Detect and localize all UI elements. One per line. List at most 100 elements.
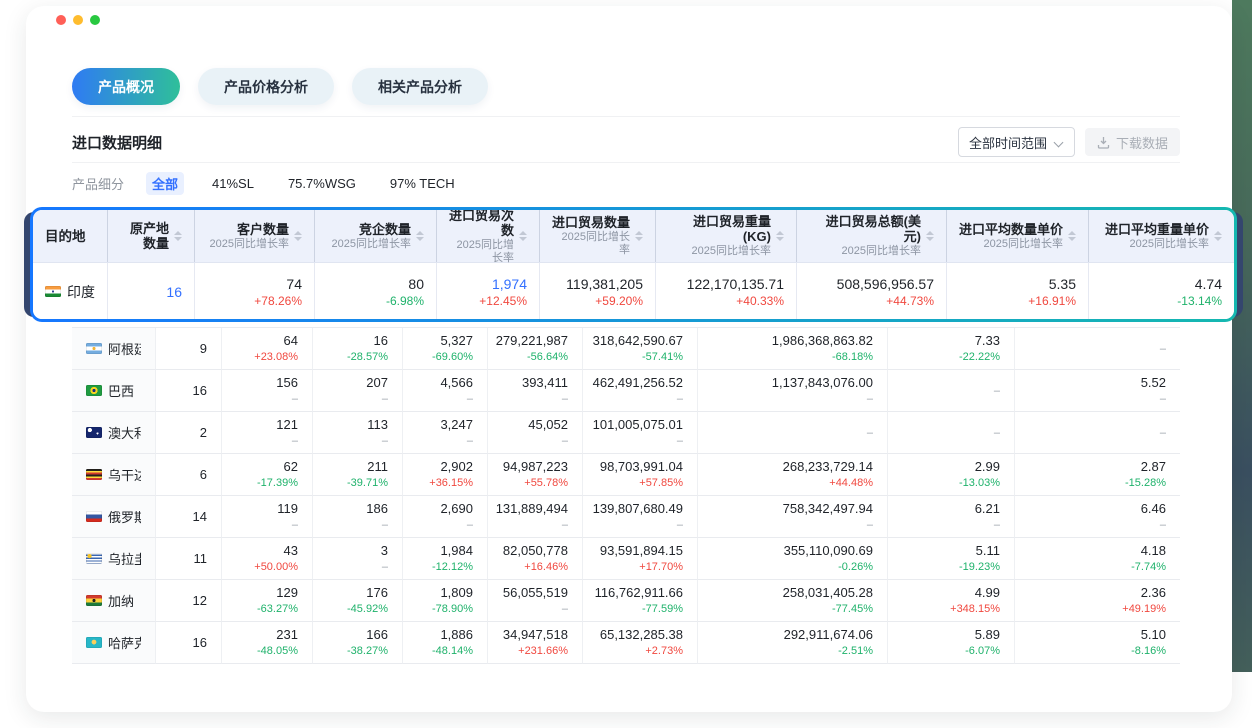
download-data-button[interactable]: 下载数据 [1085,128,1180,156]
table-cell: 129-63.27% [222,580,313,622]
trade-count-link[interactable]: 1,984 [440,543,473,559]
cell-growth-rate: -48.14% [432,644,473,658]
cell-growth-rate: -13.03% [959,476,1000,490]
close-window-icon[interactable] [56,15,66,25]
maximize-window-icon[interactable] [90,15,100,25]
time-range-select[interactable]: 全部时间范围 [958,127,1075,157]
table-cell: 7.33-22.22% [888,328,1015,370]
segment-option-all[interactable]: 全部 [146,172,184,195]
table-row[interactable]: 澳大利亚2121–113–3,247–45,052–101,005,075.01… [72,412,1180,454]
segment-option-757wsg[interactable]: 75.7%WSG [282,174,362,193]
cell-growth-rate: -39.71% [347,476,388,490]
table-header-cell[interactable]: 进口贸易次数2025同比增长率 [437,210,540,262]
origin-count-link[interactable]: 2 [200,425,207,441]
trade-count-link[interactable]: 1,974 [492,275,527,293]
origin-count-link[interactable]: 12 [193,593,207,609]
table-cell: 1,986,368,863.82-68.18% [698,328,888,370]
sort-icon[interactable] [635,231,643,241]
cell-value: 207 [366,375,388,391]
cell-value: 5.11 [976,543,1000,559]
trade-count-link[interactable]: 2,690 [440,501,473,517]
cell-growth-rate: – [467,392,473,406]
segment-option-97tech[interactable]: 97% TECH [384,174,461,193]
tab-product-overview[interactable]: 产品概况 [72,68,180,105]
cell-growth-rate: +2.73% [645,644,683,658]
table-cell: 5.10-8.16% [1015,622,1180,664]
trade-count-link[interactable]: 5,327 [440,333,473,349]
cell-empty-dash: – [1160,342,1166,356]
sort-icon[interactable] [416,231,424,241]
table-cell: 119,381,205+59.20% [540,263,656,319]
segment-option-41sl[interactable]: 41%SL [206,174,260,193]
column-label: 目的地 [45,229,86,244]
origin-count-link[interactable]: 9 [200,341,207,357]
tab-related-product-analysis[interactable]: 相关产品分析 [352,68,488,105]
tab-product-price-analysis[interactable]: 产品价格分析 [198,68,334,105]
table-row[interactable]: 阿根廷964+23.08%16-28.57%5,327-69.60%279,22… [72,328,1180,370]
column-sublabel-text: 2025同比增长率 [668,245,771,258]
table-row[interactable]: 俄罗斯14119–186–2,690–131,889,494–139,807,6… [72,496,1180,538]
cell-value: 119,381,205 [566,275,643,293]
cell-growth-rate: -68.18% [832,350,873,364]
cell-value: 34,947,518 [503,627,568,643]
cell-value: 5.89 [975,627,1000,643]
table-row[interactable]: 加纳12129-63.27%176-45.92%1,809-78.90%56,0… [72,580,1180,622]
destination-cell: 俄罗斯 [72,496,156,538]
origin-count-link[interactable]: 16 [166,283,182,301]
sort-desc-icon [776,237,784,241]
cell-value: 74 [286,275,302,293]
cell-growth-rate: – [562,392,568,406]
trade-count-link[interactable]: 1,886 [440,627,473,643]
cell-growth-rate: – [677,392,683,406]
table-header-cell[interactable]: 进口贸易数量2025同比增长率 [540,210,656,262]
origin-count-link[interactable]: 16 [193,383,207,399]
trade-count-link[interactable]: 1,809 [440,585,473,601]
table-cell: 3,247– [403,412,488,454]
table-cell: 758,342,497.94– [698,496,888,538]
origin-count-link[interactable]: 14 [193,509,207,525]
table-header-cell[interactable]: 进口平均重量单价2025同比增长率 [1089,210,1234,262]
table-row[interactable]: 巴西16156–207–4,566–393,411–462,491,256.52… [72,370,1180,412]
cell-growth-rate: – [994,518,1000,532]
table-header-cell[interactable]: 进口贸易总额(美元)2025同比增长率 [797,210,947,262]
origin-count-link[interactable]: 16 [193,635,207,651]
cell-value: 508,596,956.57 [837,275,934,293]
table-row[interactable]: 乌干达662-17.39%211-39.71%2,902+36.15%94,98… [72,454,1180,496]
cell-value: 4.74 [1195,275,1222,293]
sort-icon[interactable] [294,231,302,241]
table-header-cell[interactable]: 进口平均数量单价2025同比增长率 [947,210,1089,262]
origin-count-link[interactable]: 11 [194,551,208,567]
sort-icon[interactable] [926,231,934,241]
table-row[interactable]: 乌拉圭1143+50.00%3–1,984-12.12%82,050,778+1… [72,538,1180,580]
sort-icon[interactable] [1214,231,1222,241]
cell-value: 258,031,405.28 [783,585,873,601]
section-controls: 全部时间范围 下载数据 [958,127,1180,157]
minimize-window-icon[interactable] [73,15,83,25]
trade-count-link[interactable]: 2,902 [440,459,473,475]
country-name: 澳大利亚 [108,423,141,442]
cell-value: 129 [276,585,298,601]
cell-value: 279,221,987 [496,333,568,349]
column-label: 客户数量2025同比增长率 [210,222,289,251]
table-cell: 65,132,285.38+2.73% [583,622,698,664]
sort-icon[interactable] [776,231,784,241]
origin-count-link[interactable]: 6 [200,467,207,483]
sort-icon[interactable] [174,231,182,241]
cell-growth-rate: +55.78% [524,476,568,490]
sort-icon[interactable] [519,231,527,241]
table-header-cell[interactable]: 客户数量2025同比增长率 [195,210,315,262]
column-label: 进口贸易次数2025同比增长率 [449,210,514,265]
trade-count-link[interactable]: 3,247 [440,417,473,433]
cell-value: 292,911,674.06 [784,627,873,643]
table-header-cell[interactable]: 原产地数量 [108,210,195,262]
table-header-cell[interactable]: 竞企数量2025同比增长率 [315,210,437,262]
table-header-cell[interactable]: 进口贸易重量(KG)2025同比增长率 [656,210,797,262]
highlighted-table-row[interactable]: 印度1674+78.26%80-6.98%1,974+12.45%119,381… [33,263,1234,319]
trade-count-link[interactable]: 4,566 [440,375,473,391]
origin-count-cell: 9 [156,328,222,370]
sort-icon[interactable] [1068,231,1076,241]
cell-value: 5.35 [1049,275,1076,293]
column-label: 进口贸易数量2025同比增长率 [552,215,630,257]
table-row[interactable]: 哈萨克斯坦16231-48.05%166-38.27%1,886-48.14%3… [72,622,1180,664]
table-cell: 156– [222,370,313,412]
